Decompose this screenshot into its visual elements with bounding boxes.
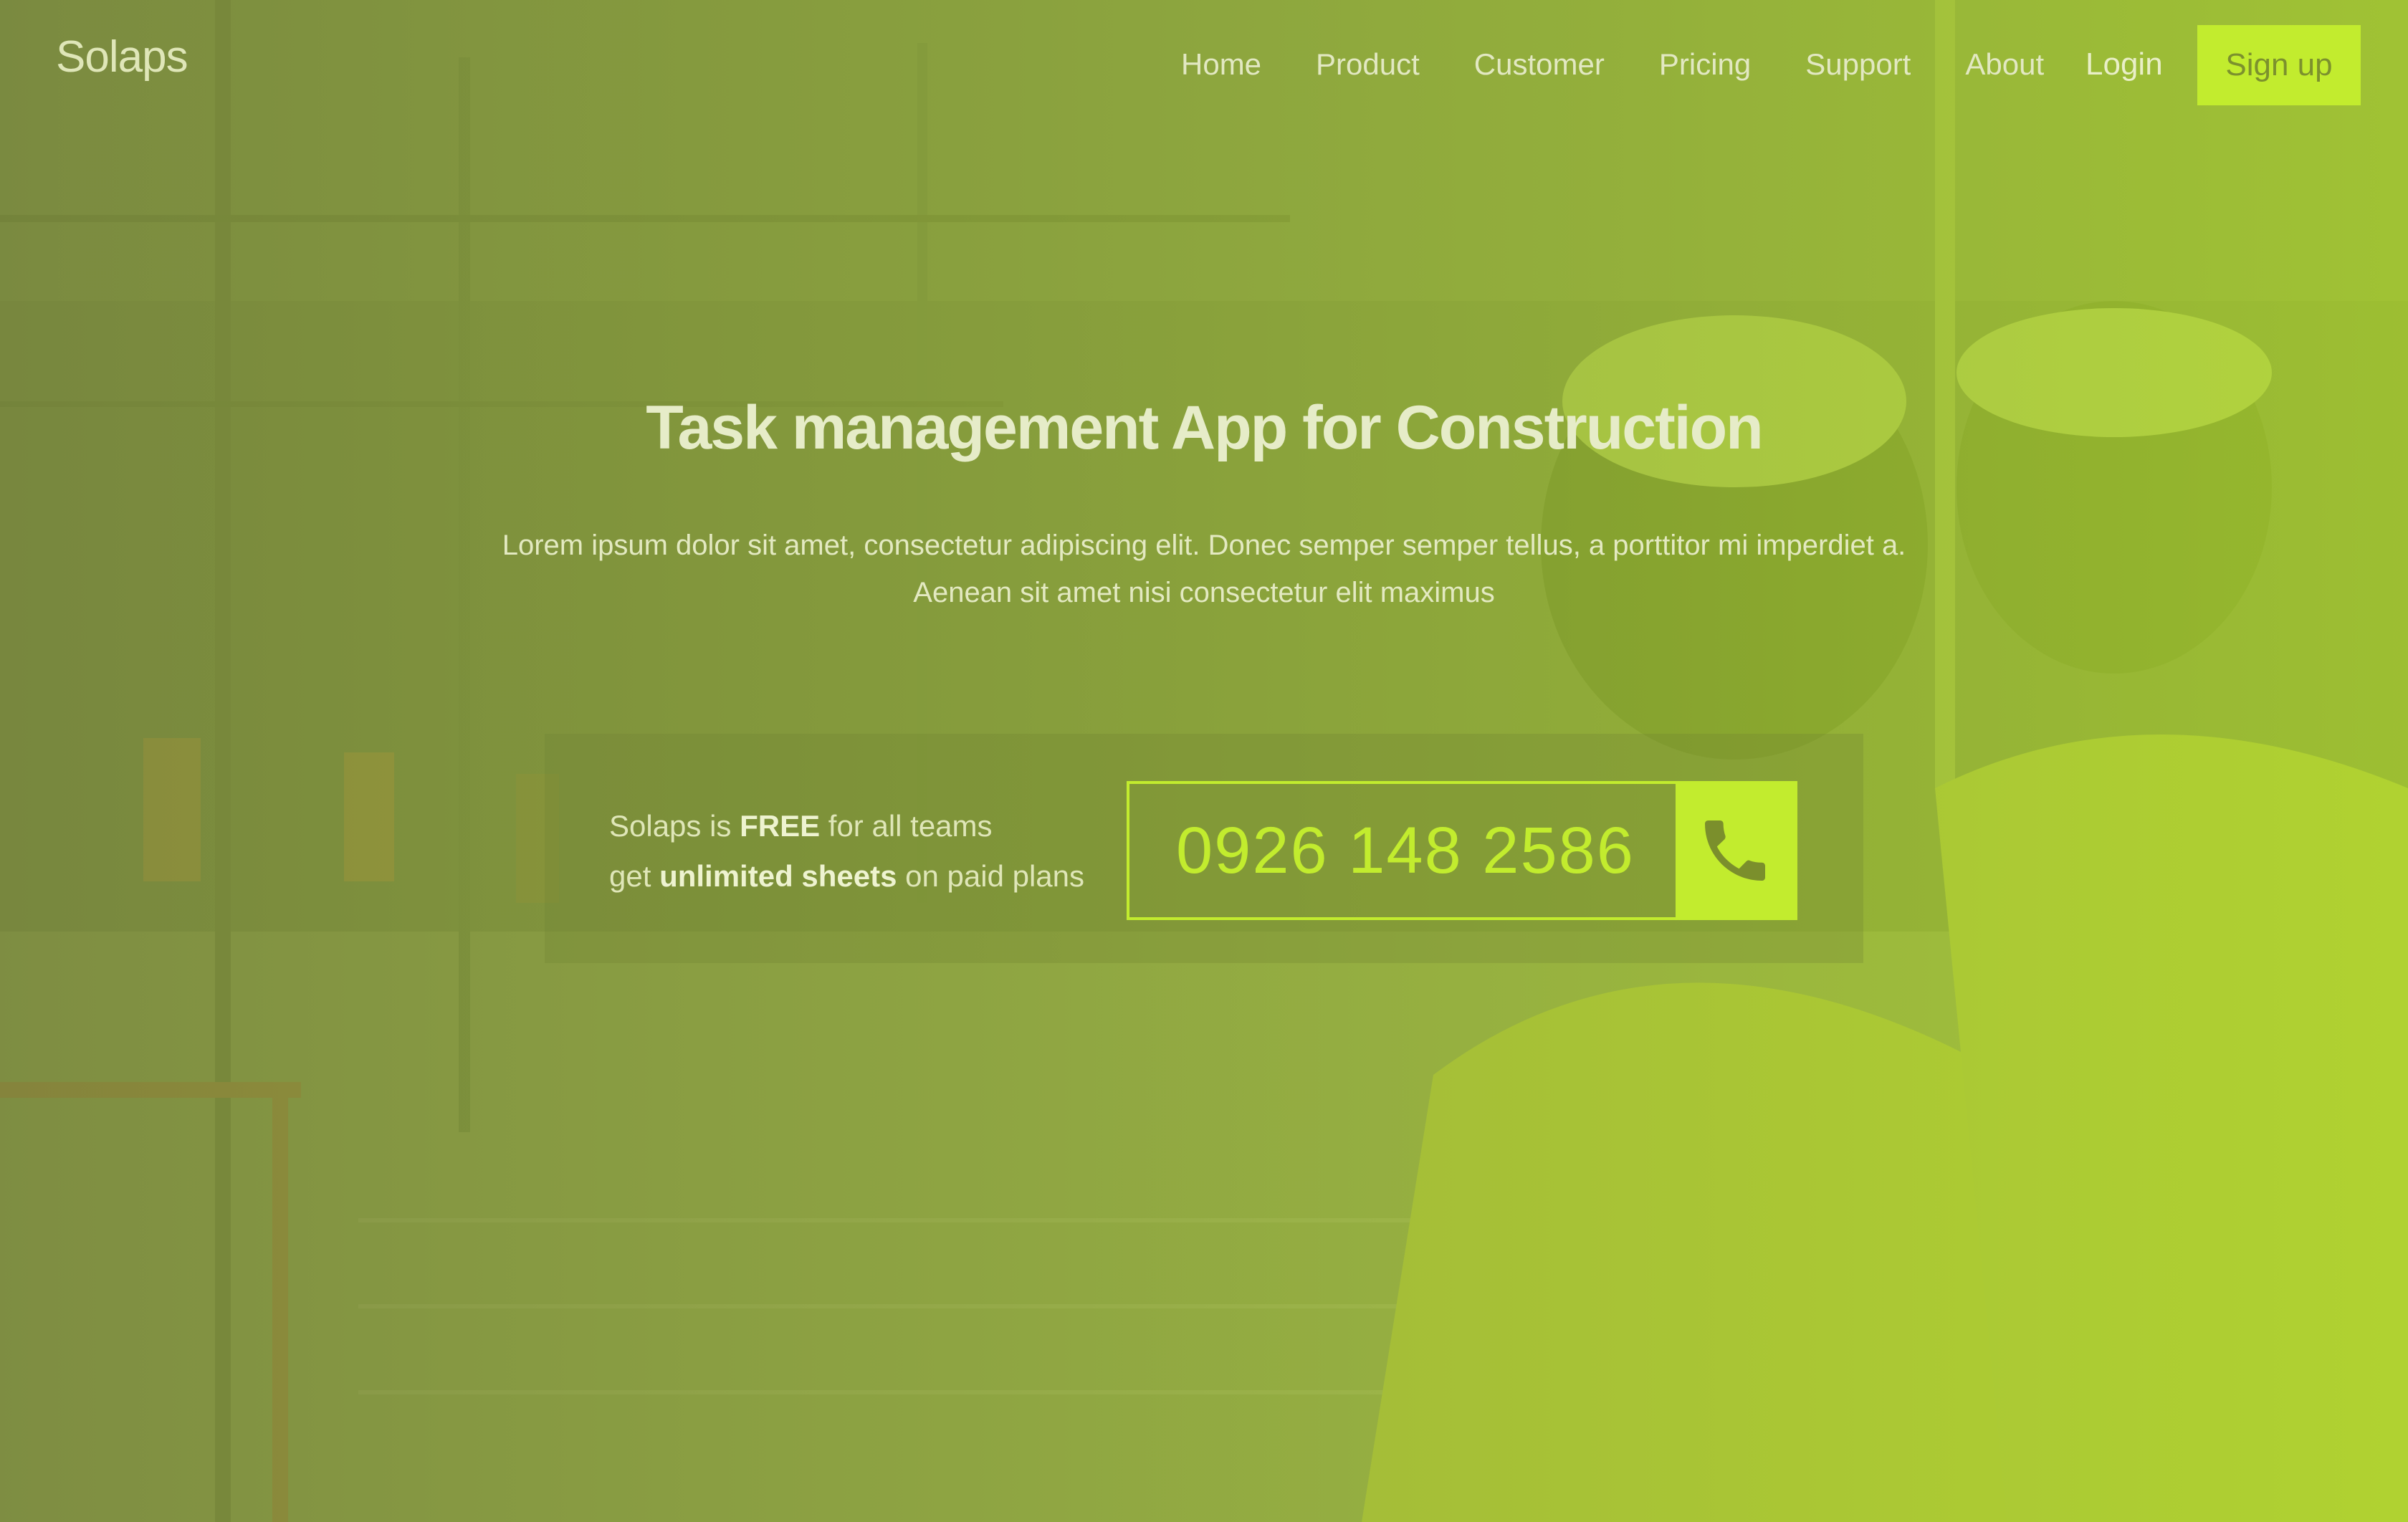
logo[interactable]: Solaps (56, 32, 188, 82)
nav-item-customer[interactable]: Customer (1474, 47, 1605, 82)
offer-unlimited-text: unlimited sheets (659, 859, 897, 893)
offer-line1-prefix: Solaps is (609, 809, 740, 843)
offer-line2-prefix: get (609, 859, 660, 893)
nav-item-product[interactable]: Product (1316, 47, 1420, 82)
nav-item-about[interactable]: About (1965, 47, 2044, 82)
hero-subtitle: Lorem ipsum dolor sit amet, consectetur … (487, 522, 1921, 616)
hero-title: Task management App for Construction (646, 393, 1763, 462)
offer-text: Solaps is FREE for all teams get unlimit… (609, 801, 1084, 901)
offer-line1: Solaps is FREE for all teams (609, 801, 1084, 851)
call-button[interactable] (1676, 784, 1795, 917)
nav-item-pricing[interactable]: Pricing (1659, 47, 1751, 82)
main-nav: Home Product Customer Pricing Support Ab… (1181, 43, 2098, 86)
phone-contact-box: 0926 148 2586 (1127, 781, 1797, 920)
hero-subtitle-line2: Aenean sit amet nisi consectetur elit ma… (913, 577, 1495, 608)
hero-subtitle-line1: Lorem ipsum dolor sit amet, consectetur … (502, 530, 1906, 561)
hero-section: Solaps Home Product Customer Pricing Sup… (0, 0, 2408, 1522)
offer-free-text: FREE (740, 809, 821, 843)
offer-line2: get unlimited sheets on paid plans (609, 851, 1084, 901)
login-link[interactable]: Login (2086, 43, 2163, 86)
offer-line2-suffix: on paid plans (897, 859, 1085, 893)
nav-item-support[interactable]: Support (1805, 47, 1911, 82)
signup-button[interactable]: Sign up (2197, 25, 2361, 105)
nav-item-home[interactable]: Home (1181, 47, 1261, 82)
phone-number[interactable]: 0926 148 2586 (1129, 784, 1681, 917)
phone-icon (1705, 820, 1765, 881)
offer-line1-suffix: for all teams (820, 809, 993, 843)
